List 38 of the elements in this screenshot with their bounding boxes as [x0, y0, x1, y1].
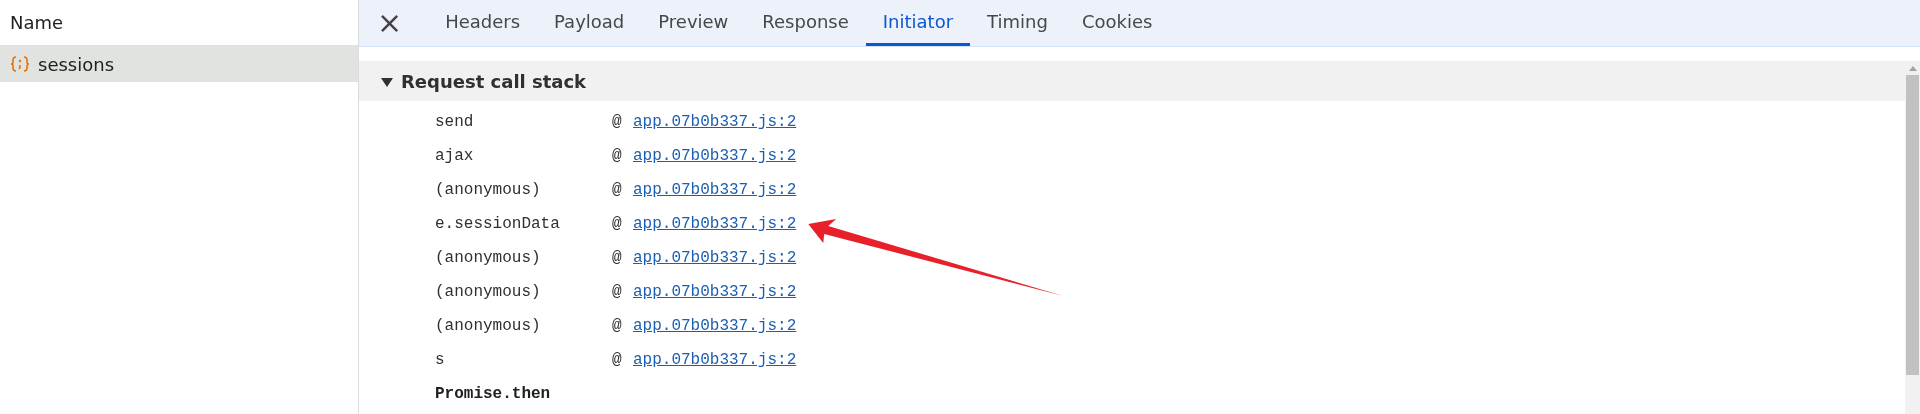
source-link[interactable]: app.07b0b337.js:2: [633, 110, 797, 134]
at-sign: @: [612, 146, 623, 167]
at-sign: @: [612, 350, 623, 371]
tab[interactable]: Timing: [970, 0, 1065, 46]
at-sign: @: [612, 316, 623, 337]
at-sign: @: [612, 214, 623, 235]
function-name: send: [435, 112, 475, 133]
at-sign: @: [612, 248, 623, 269]
function-name: (anonymous): [435, 282, 542, 303]
at-sign: @: [612, 282, 623, 303]
at-sign: @: [612, 112, 623, 133]
function-name: (anonymous): [435, 316, 542, 337]
source-link[interactable]: app.07b0b337.js:2: [633, 144, 797, 168]
section-header[interactable]: Request call stack: [359, 61, 1905, 101]
request-row[interactable]: sessions: [0, 46, 358, 82]
async-label: Promise.then: [434, 384, 552, 405]
tab[interactable]: Initiator: [865, 0, 971, 46]
tab[interactable]: Headers: [428, 0, 538, 46]
source-link[interactable]: app.07b0b337.js:2: [633, 212, 797, 236]
scrollbar-thumb[interactable]: [1906, 75, 1919, 375]
function-name: (anonymous): [435, 248, 542, 269]
source-link[interactable]: app.07b0b337.js:2: [633, 246, 797, 270]
source-link[interactable]: app.07b0b337.js:2: [633, 280, 797, 304]
function-name: ajax: [435, 146, 475, 167]
function-name: s: [435, 350, 446, 371]
tab[interactable]: Cookies: [1064, 0, 1170, 46]
section-title: Request call stack: [401, 69, 587, 94]
function-name: e.sessionData: [435, 214, 561, 235]
at-sign: @: [612, 180, 623, 201]
tab[interactable]: Preview: [641, 0, 746, 46]
function-name: (anonymous): [435, 180, 542, 201]
request-name: sessions: [38, 52, 114, 77]
source-link[interactable]: app.07b0b337.js:2: [633, 348, 797, 372]
source-link[interactable]: app.07b0b337.js:2: [633, 178, 797, 202]
source-link[interactable]: app.07b0b337.js:2: [633, 314, 797, 338]
tab[interactable]: Response: [745, 0, 866, 46]
close-button[interactable]: ×: [377, 0, 417, 46]
tab[interactable]: Payload: [537, 0, 642, 46]
